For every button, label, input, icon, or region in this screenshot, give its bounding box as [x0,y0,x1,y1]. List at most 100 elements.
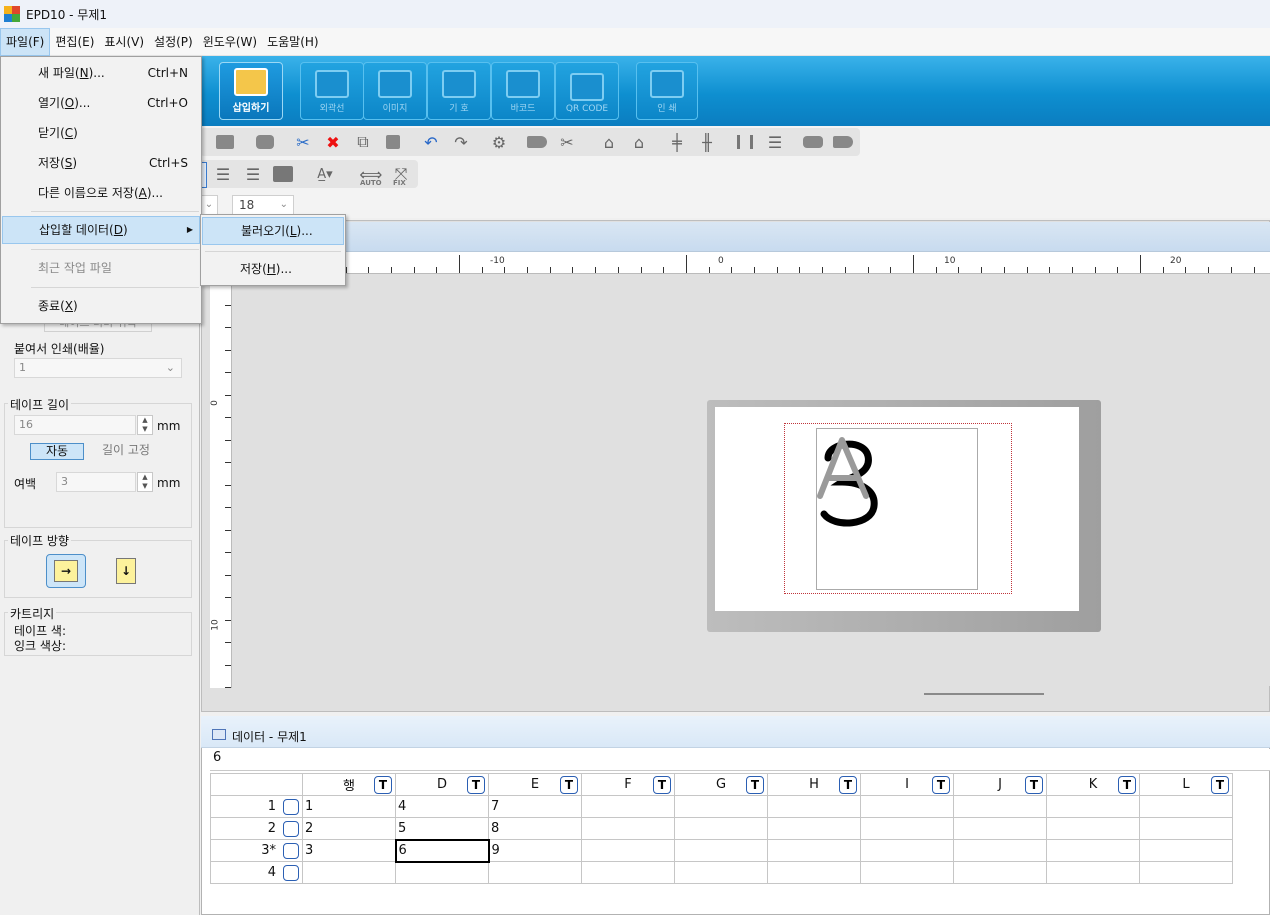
grid-cell[interactable]: 9 [488,839,582,862]
distribute-h-icon[interactable] [734,131,756,153]
text-type-icon[interactable]: T [746,776,764,794]
distribute-v-icon[interactable]: ☰ [764,131,786,153]
menu-window[interactable]: 윈도우(W) [198,28,262,56]
tape-length-spinner[interactable]: ▲ ▼ [137,415,153,435]
grid-cell[interactable] [953,861,1047,884]
menu-item-save[interactable]: 저장(S) Ctrl+S [2,149,200,177]
row-header[interactable]: 1 [210,795,303,818]
grid-cell[interactable]: 7 [488,795,582,818]
delete-icon[interactable]: ✖ [322,131,344,153]
shape-tag-icon[interactable] [832,131,854,153]
menu-file[interactable]: 파일(F) [0,27,51,56]
label-tag-icon[interactable] [526,131,548,153]
grid-cell[interactable] [860,839,954,862]
outline-button[interactable]: 외곽선 [300,62,364,120]
align-left-top-icon[interactable]: ⌂ [598,131,620,153]
menu-item-save-as[interactable]: 다른 이름으로 저장(A)... [2,179,200,207]
grid-cell[interactable] [395,861,489,884]
column-header[interactable]: IT [860,773,954,796]
text-type-icon[interactable]: T [374,776,392,794]
grid-cell[interactable] [674,839,768,862]
menu-item-exit[interactable]: 종료(X) [2,292,200,320]
copy-icon[interactable]: ⧉ [352,131,374,153]
font-size-dropdown[interactable]: 18 ⌄ [232,195,294,215]
row-checkbox[interactable] [283,799,299,815]
symbol-button[interactable]: 기 호 [427,62,491,120]
grid-cell[interactable] [1046,795,1140,818]
text-type-icon[interactable]: T [839,776,857,794]
rotate-icon[interactable] [254,131,276,153]
row-header[interactable]: 3* [210,839,303,862]
grid-cell[interactable]: 4 [395,795,489,818]
text-type-icon[interactable]: T [932,776,950,794]
row-checkbox[interactable] [283,821,299,837]
direction-horizontal-button[interactable]: → [46,554,86,588]
grid-cell[interactable] [953,795,1047,818]
grid-cell[interactable] [767,861,861,884]
grid-cell[interactable] [1046,817,1140,840]
row-checkbox[interactable] [283,843,299,859]
text-type-icon[interactable]: T [1118,776,1136,794]
horizontal-scrollbar[interactable] [924,693,1044,695]
grid-cell[interactable]: 8 [488,817,582,840]
align-right-icon[interactable]: ☰ [242,163,264,185]
column-header[interactable]: FT [581,773,675,796]
row-header[interactable]: 2 [210,817,303,840]
settings-gear-icon[interactable]: ⚙ [488,131,510,153]
column-header[interactable]: JT [953,773,1047,796]
grid-cell[interactable] [581,861,675,884]
save-file-icon[interactable] [214,131,236,153]
text-spacing-icon[interactable]: A̲▾ [310,163,340,185]
grid-cell[interactable] [1139,839,1233,862]
submenu-item-load[interactable]: 불러오기(L)... [202,217,344,245]
margin-spinner[interactable]: ▲ ▼ [137,472,153,492]
insert-button[interactable]: 삽입하기 [219,62,283,120]
paste-print-select[interactable]: 1 ⌄ [14,358,182,378]
grid-cell[interactable] [581,817,675,840]
submenu-item-save[interactable]: 저장(H)... [202,255,344,283]
font-name-dropdown[interactable]: ⌄ [200,195,218,215]
paste-icon[interactable] [382,131,404,153]
menu-view[interactable]: 표시(V) [99,28,149,56]
grid-cell[interactable] [860,817,954,840]
menu-edit[interactable]: 편집(E) [50,28,99,56]
grid-cell[interactable]: 2 [302,817,396,840]
menu-item-recent-files[interactable]: 최근 작업 파일 [2,254,200,282]
grid-cell[interactable] [767,795,861,818]
grid-cell[interactable] [1139,795,1233,818]
grid-cell[interactable] [860,795,954,818]
grid-cell[interactable] [767,839,861,862]
row-checkbox[interactable] [283,865,299,881]
align-right-top-icon[interactable]: ⌂ [628,131,650,153]
text-type-icon[interactable]: T [560,776,578,794]
scissors-icon[interactable]: ✂ [292,131,314,153]
column-header[interactable]: ET [488,773,582,796]
menu-item-open[interactable]: 열기(O)... Ctrl+O [2,89,200,117]
grid-cell[interactable] [302,861,396,884]
column-header[interactable]: GT [674,773,768,796]
redo-icon[interactable]: ↷ [450,131,472,153]
column-header[interactable]: KT [1046,773,1140,796]
undo-icon[interactable]: ↶ [420,131,442,153]
text-type-icon[interactable]: T [1211,776,1229,794]
menu-item-insert-data[interactable]: 삽입할 데이터(D) ▶ [2,216,200,244]
menu-item-new[interactable]: 새 파일(N)... Ctrl+N [2,59,200,87]
text-type-icon[interactable]: T [467,776,485,794]
grid-cell[interactable] [1139,817,1233,840]
grid-cell[interactable] [674,795,768,818]
column-header[interactable]: DT [395,773,489,796]
menu-item-close[interactable]: 닫기(C) [2,119,200,147]
grid-cell[interactable] [581,839,675,862]
menu-settings[interactable]: 설정(P) [149,28,198,56]
text-type-icon[interactable]: T [653,776,671,794]
fixed-length-button[interactable]: 길이 고정 [96,443,156,460]
grid-cell[interactable] [767,817,861,840]
align-center-v-icon[interactable]: ╫ [696,131,718,153]
row-header[interactable]: 4 [210,861,303,884]
tape-length-input[interactable]: 16 [14,415,136,435]
align-center-icon[interactable]: ☰ [212,163,234,185]
text-type-icon[interactable]: T [1025,776,1043,794]
grid-cell[interactable] [488,861,582,884]
cut-label-icon[interactable]: ✂ [556,131,578,153]
grid-cell[interactable] [1046,861,1140,884]
